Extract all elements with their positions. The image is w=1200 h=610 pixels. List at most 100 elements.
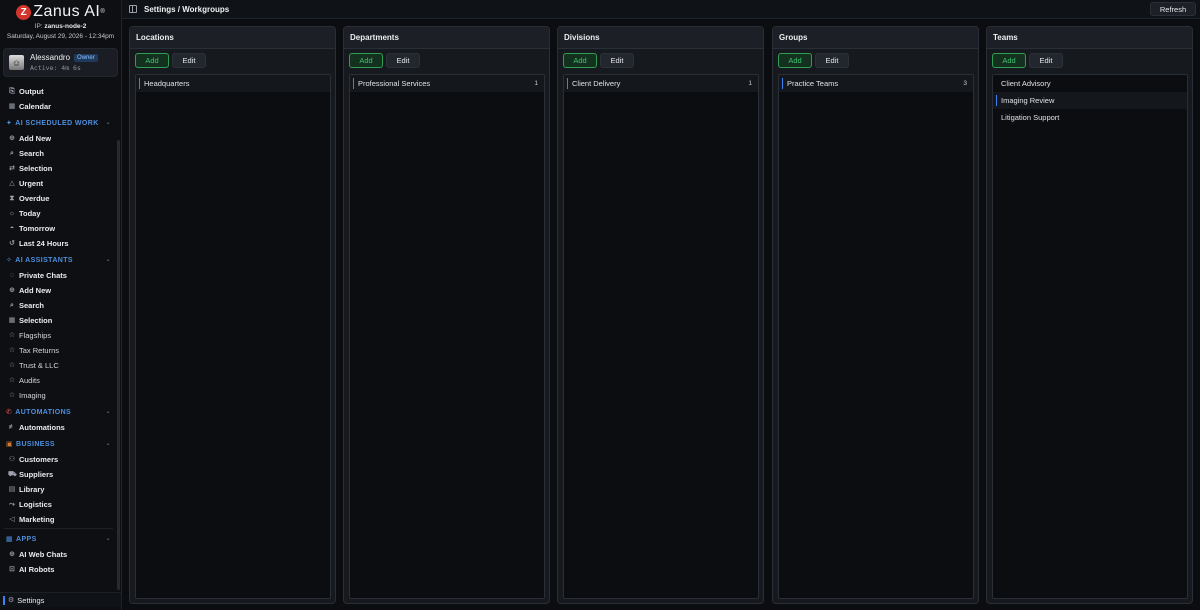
calendar-icon: ▦: [8, 102, 16, 110]
column-list: Professional Services 1: [349, 74, 545, 599]
section-ai-assistants[interactable]: ✧ AI ASSISTANTS ⌄: [0, 251, 117, 268]
nav-trust-llc[interactable]: ☆ Trust & LLC: [0, 358, 117, 373]
column-groups: Groups Add Edit Practice Teams 3: [772, 26, 979, 604]
nav-ai-robots[interactable]: ⊡ AI Robots: [0, 562, 117, 577]
list-item[interactable]: Imaging Review: [993, 92, 1187, 109]
nav-scheduled-selection[interactable]: ⇄ Selection: [0, 161, 117, 176]
role-badge: Owner: [74, 53, 98, 62]
panel-toggle-icon[interactable]: [129, 5, 137, 13]
add-button[interactable]: Add: [349, 53, 383, 68]
list-item[interactable]: Client Advisory: [993, 75, 1187, 92]
add-button[interactable]: Add: [135, 53, 169, 68]
list-item[interactable]: Headquarters: [136, 75, 330, 92]
nav-customers[interactable]: ⚇ Customers: [0, 452, 117, 467]
column-list: Practice Teams 3: [778, 74, 974, 599]
nav-label: Today: [19, 209, 41, 218]
nav-automations[interactable]: ≢ Automations: [0, 420, 117, 435]
nav-marketing[interactable]: ◁ Marketing: [0, 512, 117, 527]
nav-scheduled-tomorrow[interactable]: ◓ Tomorrow: [0, 221, 117, 236]
user-card[interactable]: ☺ Alessandro Owner Active: 4m 6s: [3, 48, 118, 77]
edit-button[interactable]: Edit: [172, 53, 206, 68]
edit-button[interactable]: Edit: [815, 53, 849, 68]
nav-label: Selection: [19, 316, 53, 325]
node-line: IP: zanus-node-2: [0, 23, 121, 30]
sun-icon: ☼: [8, 209, 16, 217]
users-icon: ⚇: [8, 455, 16, 463]
list-item[interactable]: Practice Teams 3: [779, 75, 973, 92]
nav-label: Customers: [19, 455, 59, 464]
nav-scheduled-overdue[interactable]: ⧗ Overdue: [0, 191, 117, 206]
nav-label: Logistics: [19, 500, 52, 509]
megaphone-icon: ◁: [9, 515, 15, 523]
column-title: Departments: [344, 27, 549, 49]
section-title: AI ASSISTANTS: [15, 256, 73, 264]
grid-icon: ▦: [8, 316, 16, 324]
item-label: Professional Services: [358, 79, 431, 88]
nav-label: Urgent: [19, 179, 44, 188]
nav-label: AI Web Chats: [19, 550, 68, 559]
phone-icon: ✆: [6, 408, 13, 416]
nav-label: Marketing: [19, 515, 55, 524]
nav-calendar[interactable]: ▦ Calendar: [0, 99, 117, 114]
list-item[interactable]: Litigation Support: [993, 109, 1187, 126]
nav-assistants-search[interactable]: ⌕ Search: [0, 298, 117, 313]
column-locations: Locations Add Edit Headquarters: [129, 26, 336, 604]
nav-settings[interactable]: ⚙ Settings: [0, 592, 121, 607]
refresh-button[interactable]: Refresh: [1150, 2, 1196, 16]
nav-label: Audits: [19, 376, 40, 385]
star-icon: ☆: [8, 361, 16, 369]
list-item[interactable]: Professional Services 1: [350, 75, 544, 92]
gear-icon: ⚙: [8, 597, 15, 604]
nav-scheduled-urgent[interactable]: △ Urgent: [0, 176, 117, 191]
edit-button[interactable]: Edit: [1029, 53, 1063, 68]
scheduled-icon: ✦: [6, 119, 13, 127]
nav-output-label: Output: [19, 87, 44, 96]
nav-library[interactable]: ▤ Library: [0, 482, 117, 497]
nav-logistics[interactable]: ⤳ Logistics: [0, 497, 117, 512]
list-item[interactable]: Client Delivery 1: [564, 75, 758, 92]
add-button[interactable]: Add: [992, 53, 1026, 68]
nav-scheduled-today[interactable]: ☼ Today: [0, 206, 117, 221]
topbar: Settings / Workgroups Refresh: [122, 0, 1200, 19]
add-button[interactable]: Add: [563, 53, 597, 68]
nav-output[interactable]: ⎘ Output: [0, 84, 117, 99]
item-label: Client Advisory: [1001, 79, 1051, 88]
nav-audits[interactable]: ☆ Audits: [0, 373, 117, 388]
nav-private-chats[interactable]: ◌ Private Chats: [0, 268, 117, 283]
history-icon: ↺: [9, 239, 15, 247]
section-automations[interactable]: ✆ AUTOMATIONS ⌄: [0, 403, 117, 420]
apps-icon: ▦: [6, 535, 14, 543]
edit-button[interactable]: Edit: [386, 53, 420, 68]
nav-flagships[interactable]: ☆ Flagships: [0, 328, 117, 343]
nav-scheduled-last-24-hours[interactable]: ↺ Last 24 Hours: [0, 236, 117, 251]
brand-name: Zanus AI: [33, 3, 101, 20]
nav-scheduled-search[interactable]: ⌕ Search: [0, 146, 117, 161]
edit-button[interactable]: Edit: [600, 53, 634, 68]
nav-label: Settings: [17, 595, 45, 605]
nav-imaging[interactable]: ☆ Imaging: [0, 388, 117, 403]
column-departments: Departments Add Edit Professional Servic…: [343, 26, 550, 604]
nav-scheduled-add-new[interactable]: ⊕ Add New: [0, 131, 117, 146]
column-title: Locations: [130, 27, 335, 49]
section-apps[interactable]: ▦ APPS ⌄: [0, 530, 117, 547]
column-title: Divisions: [558, 27, 763, 49]
nav-calendar-label: Calendar: [19, 102, 52, 111]
nav-assistants-selection[interactable]: ▦ Selection: [0, 313, 117, 328]
section-ai-scheduled-work[interactable]: ✦ AI SCHEDULED WORK ⌄: [0, 114, 117, 131]
nav-label: Search: [19, 149, 45, 158]
nav-assistants-add-new[interactable]: ⊕ Add New: [0, 283, 117, 298]
item-label: Headquarters: [144, 79, 190, 88]
column-teams: Teams Add Edit Client Advisory Imaging R…: [986, 26, 1193, 604]
nav-tax-returns[interactable]: ☆ Tax Returns: [0, 343, 117, 358]
user-active-time: Active: 4m 6s: [30, 64, 81, 72]
chevron-down-icon: ⌄: [105, 120, 111, 126]
sidebar-scrollbar[interactable]: [117, 140, 120, 590]
brand-logo-icon: Z: [16, 4, 32, 20]
item-count: 1: [748, 80, 752, 87]
section-business[interactable]: ▣ BUSINESS ⌄: [0, 435, 117, 452]
column-list: Client Delivery 1: [563, 74, 759, 599]
nav-suppliers[interactable]: ⛟ Suppliers: [0, 467, 117, 482]
add-button[interactable]: Add: [778, 53, 812, 68]
column-title: Teams: [987, 27, 1192, 49]
nav-ai-web-chats[interactable]: ⊕ AI Web Chats: [0, 547, 117, 562]
